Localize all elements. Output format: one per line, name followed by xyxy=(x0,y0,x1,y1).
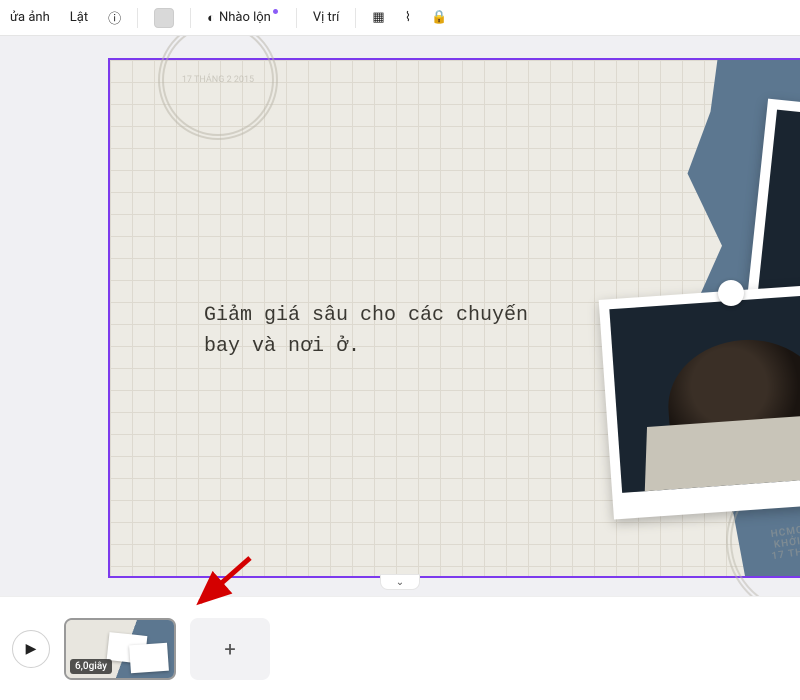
video-newspaper xyxy=(645,410,800,491)
video-image-2: ▶ xyxy=(609,291,800,493)
toolbar-separator xyxy=(296,8,297,28)
wand-icon: ⌇ xyxy=(405,10,411,25)
position-label: Vị trí xyxy=(313,10,340,25)
timeline-bar: ▶ ▾ 6,0giây + xyxy=(0,596,800,700)
lock-button[interactable]: 🔒 xyxy=(425,6,453,29)
lock-icon: 🔒 xyxy=(431,10,447,25)
position-button[interactable]: Vị trí xyxy=(307,6,346,29)
edit-image-button[interactable]: ửa ảnh xyxy=(4,6,56,29)
expand-timeline-handle[interactable]: ⌄ xyxy=(380,574,420,590)
headline-text[interactable]: Giảm giá sâu cho các chuyến bay và nơi ở… xyxy=(204,300,544,362)
color-swatch-icon xyxy=(154,8,174,28)
chevron-down-icon: ⌄ xyxy=(396,577,404,588)
toolbar-separator xyxy=(190,8,191,28)
info-icon: ⓘ xyxy=(108,8,121,27)
wand-button[interactable]: ⌇ xyxy=(399,6,417,29)
play-icon: ▶ xyxy=(26,641,37,657)
canvas-area[interactable]: 17 THÁNG 2 2015 HCMC, VIỆ KHỞI HÀN 17 TH… xyxy=(0,36,800,596)
rotate-handle[interactable] xyxy=(718,280,744,306)
notification-dot-icon xyxy=(273,9,278,14)
effects-button[interactable]: ◐ Nhào lộn xyxy=(201,6,286,30)
plus-icon: + xyxy=(224,637,235,661)
effects-label: Nhào lộn xyxy=(219,10,271,25)
page-thumbnail-1[interactable]: ▾ 6,0giây xyxy=(64,618,176,680)
thumbnail-duration: 6,0giây xyxy=(70,659,112,674)
flip-label: Lật xyxy=(70,10,88,25)
toolbar-separator xyxy=(355,8,356,28)
transparency-button[interactable]: ▦ xyxy=(366,6,390,29)
checker-icon: ▦ xyxy=(372,10,384,25)
toolbar-separator xyxy=(137,8,138,28)
info-button[interactable]: ⓘ xyxy=(102,4,127,31)
stamp1-text: 17 THÁNG 2 2015 xyxy=(182,75,254,85)
spin-icon: ◐ xyxy=(207,10,215,26)
edit-image-label: ửa ảnh xyxy=(10,10,50,25)
add-page-button[interactable]: + xyxy=(190,618,270,680)
flip-button[interactable]: Lật xyxy=(64,6,94,29)
play-button[interactable]: ▶ xyxy=(12,630,50,668)
polaroid-video-2[interactable]: ▶ xyxy=(599,281,800,520)
top-toolbar: ửa ảnh Lật ⓘ ◐ Nhào lộn Vị trí ▦ ⌇ 🔒 xyxy=(0,0,800,36)
photo-image-1 xyxy=(758,110,800,315)
color-swatch-button[interactable] xyxy=(148,4,180,32)
page-frame[interactable]: 17 THÁNG 2 2015 HCMC, VIỆ KHỞI HÀN 17 TH… xyxy=(108,58,800,578)
